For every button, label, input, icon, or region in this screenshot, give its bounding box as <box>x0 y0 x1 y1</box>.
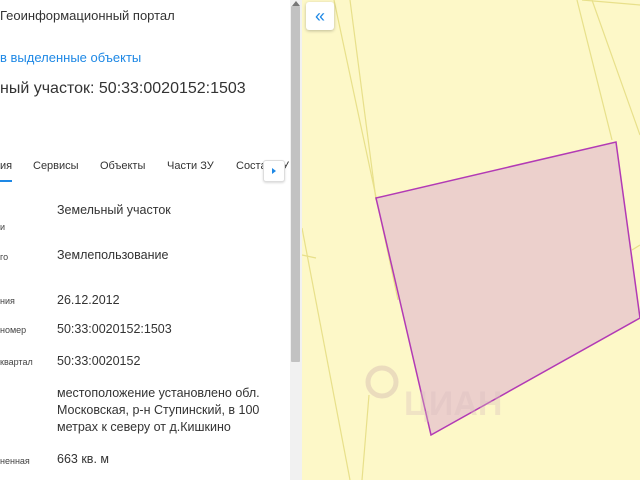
row-label-date: ния <box>0 296 15 306</box>
tab-objects[interactable]: Объекты <box>100 160 145 172</box>
row-value-quarter: 50:33:0020152 <box>57 354 141 368</box>
row-value-area: 663 кв. м <box>57 452 109 466</box>
chevron-right-icon <box>272 168 276 174</box>
tab-parts[interactable]: Части ЗУ <box>167 160 214 172</box>
page-title: ный участок: 50:33:0020152:1503 <box>0 80 246 97</box>
double-chevron-left-icon: « <box>314 5 325 26</box>
row-value-address: местоположение установлено обл. Московск… <box>57 386 260 434</box>
collapse-panel-button[interactable]: « <box>306 2 334 30</box>
tab-bar: ия Сервисы Объекты Части ЗУ Состав ЗУ <box>0 152 289 182</box>
info-panel: Геоинформационный портал в выделенные об… <box>0 0 290 480</box>
tab-services[interactable]: Сервисы <box>33 160 79 172</box>
tab-info[interactable]: ия <box>0 160 12 172</box>
row-value-date: 26.12.2012 <box>57 293 120 307</box>
scrollbar-thumb[interactable] <box>291 6 300 362</box>
row-value-cadastral-number: 50:33:0020152:1503 <box>57 322 172 336</box>
row-label-type: и <box>0 222 6 232</box>
watermark-text: ЦИАН <box>404 385 502 423</box>
row-value-type: Земельный участок <box>57 203 171 217</box>
map-canvas[interactable]: ЦИАН <box>302 0 640 480</box>
selected-objects-link[interactable]: в выделенные объекты <box>0 50 141 65</box>
row-value-subtype: Землепользование <box>57 248 169 262</box>
parcel-map: ЦИАН <box>302 0 640 480</box>
row-label-cadastral-number: номер <box>0 325 27 335</box>
row-label-subtype: го <box>0 252 9 262</box>
tabs-next-button[interactable] <box>263 160 285 182</box>
row-label-area: ненная <box>0 456 30 466</box>
row-label-quarter: квартал <box>0 357 33 367</box>
portal-title: Геоинформационный портал <box>0 8 175 23</box>
active-tab-indicator <box>0 180 12 182</box>
